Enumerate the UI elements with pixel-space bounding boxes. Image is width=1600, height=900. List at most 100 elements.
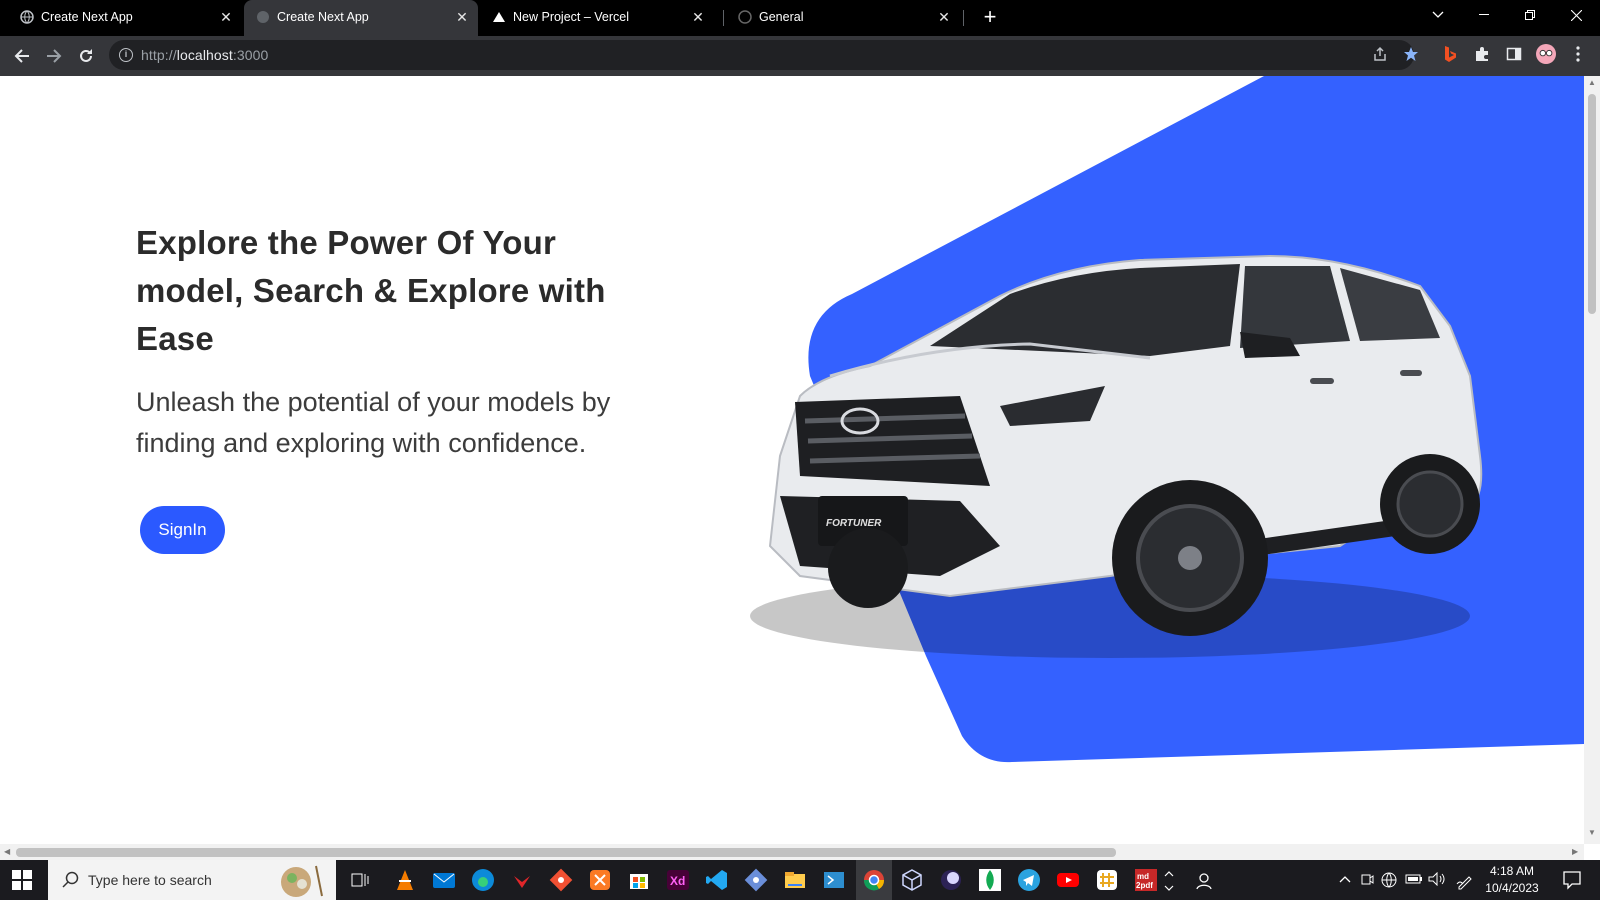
vertical-scrollbar[interactable]: ▲ ▼ [1584,76,1600,844]
scroll-right-icon[interactable]: ▶ [1572,847,1578,856]
url-scheme: http:// [141,47,177,63]
tab-title: General [759,10,804,24]
windows-start-icon[interactable] [12,870,32,890]
vlc-icon[interactable] [393,868,417,892]
scroll-left-icon[interactable]: ◀ [4,847,10,856]
telegram-icon[interactable] [1017,868,1041,892]
forward-button[interactable] [42,44,66,68]
tab-vercel[interactable]: New Project – Vercel ✕ [480,0,714,36]
close-icon [1570,9,1582,21]
reload-icon [80,49,92,62]
browser-menu-icon[interactable] [1568,44,1588,64]
scrollbar-thumb[interactable] [1588,94,1596,314]
tab-create-next-app-1[interactable]: Create Next App ✕ [8,0,242,36]
svg-text:FORTUNER: FORTUNER [826,518,882,529]
url-text[interactable]: http://localhost:3000 [141,47,268,63]
meet-now-icon[interactable] [1360,872,1374,889]
battery-icon[interactable] [1405,872,1423,889]
browser-toolbar: i http://localhost:3000 [0,36,1600,76]
slack-icon[interactable] [1095,868,1119,892]
scroll-down-icon[interactable]: ▼ [1588,828,1596,837]
tab-separator [723,10,724,26]
chevron-up-icon [1164,871,1174,891]
bing-icon[interactable] [1440,44,1460,64]
network-globe-icon[interactable] [1381,872,1397,891]
virtualbox-icon[interactable] [900,868,924,892]
vercel-triangle-icon [493,12,505,22]
info-icon[interactable]: i [119,48,133,62]
scroll-up-icon[interactable]: ▲ [1588,78,1596,87]
search-placeholder: Type here to search [88,872,212,888]
task-view-icon[interactable] [348,868,372,892]
address-bar[interactable]: i http://localhost:3000 [109,40,1414,70]
adobe-xd-icon[interactable]: Xd [666,868,690,892]
file-explorer-icon[interactable] [783,868,807,892]
tab-search-button[interactable] [1416,0,1460,30]
chevron-up-icon[interactable] [1338,872,1352,889]
pen-icon[interactable] [1456,872,1474,893]
edge-icon[interactable] [471,868,495,892]
tab-separator [963,10,964,26]
tab-title: Create Next App [277,10,369,24]
notification-icon[interactable] [1562,870,1582,893]
restore-icon [1525,10,1535,20]
svg-text:2pdf: 2pdf [1136,881,1153,890]
horizontal-scrollbar[interactable]: ◀ ▶ [0,844,1584,860]
close-icon[interactable]: ✕ [454,9,470,25]
search-icon [62,871,79,888]
page-viewport: Explore the Power Of Your model, Search … [0,76,1584,844]
git-icon[interactable] [549,868,573,892]
vscode-icon[interactable] [705,868,729,892]
clock-date[interactable]: 10/4/2023 [1480,881,1544,895]
close-icon[interactable]: ✕ [936,9,952,25]
tab-general[interactable]: General ✕ [726,0,960,36]
people-icon[interactable] [1196,872,1214,893]
scrollbar-thumb[interactable] [16,848,1116,857]
mail-icon[interactable] [432,868,456,892]
close-window-button[interactable] [1554,0,1598,30]
chrome-icon[interactable] [856,860,892,900]
url-port: :3000 [232,47,269,63]
extensions-puzzle-icon[interactable] [1472,44,1492,64]
back-button[interactable] [10,44,34,68]
arrow-right-icon [47,49,62,63]
minimize-icon [1479,14,1489,15]
url-host: localhost [176,47,233,63]
bookmark-star-icon[interactable] [1401,44,1421,64]
new-tab-button[interactable]: + [978,6,1002,30]
side-panel-icon[interactable] [1504,44,1524,64]
svg-text:md: md [1137,872,1149,881]
profile-avatar[interactable] [1536,44,1556,64]
md2pdf-icon[interactable]: md 2pdf [1134,868,1158,892]
sourcetree-icon[interactable] [744,868,768,892]
xampp-icon[interactable] [588,868,612,892]
minimize-button[interactable] [1462,0,1506,30]
windows-taskbar: Type here to search Xd md 2pdf 4:18 AM 10… [0,860,1600,900]
tab-strip: Create Next App ✕ Create Next App ✕ New … [0,0,1600,36]
eclipse-icon[interactable] [939,868,963,892]
chevron-down-icon [1432,11,1444,18]
volume-icon[interactable] [1428,871,1446,889]
svg-text:Xd: Xd [670,874,685,888]
search-highlight-icon [281,865,323,897]
clock-time[interactable]: 4:18 AM [1480,864,1544,878]
share-icon[interactable] [1370,44,1390,64]
tab-title: New Project – Vercel [513,10,630,24]
arrow-left-icon [14,49,29,63]
huawei-icon[interactable] [510,868,534,892]
powershell-icon[interactable] [822,868,846,892]
taskbar-search[interactable]: Type here to search [48,860,336,900]
reload-button[interactable] [74,44,98,68]
github-icon [738,10,752,24]
close-icon[interactable]: ✕ [218,9,234,25]
globe-icon [20,10,34,24]
store-icon[interactable] [627,868,651,892]
mongodb-icon[interactable] [978,868,1002,892]
taskbar-overflow-button[interactable] [1163,866,1177,894]
suv-car-image: FORTUNER [750,254,1483,658]
restore-button[interactable] [1508,0,1552,30]
close-icon[interactable]: ✕ [690,9,706,25]
tab-title: Create Next App [41,10,133,24]
youtube-icon[interactable] [1056,868,1080,892]
tab-create-next-app-2[interactable]: Create Next App ✕ [244,0,478,36]
